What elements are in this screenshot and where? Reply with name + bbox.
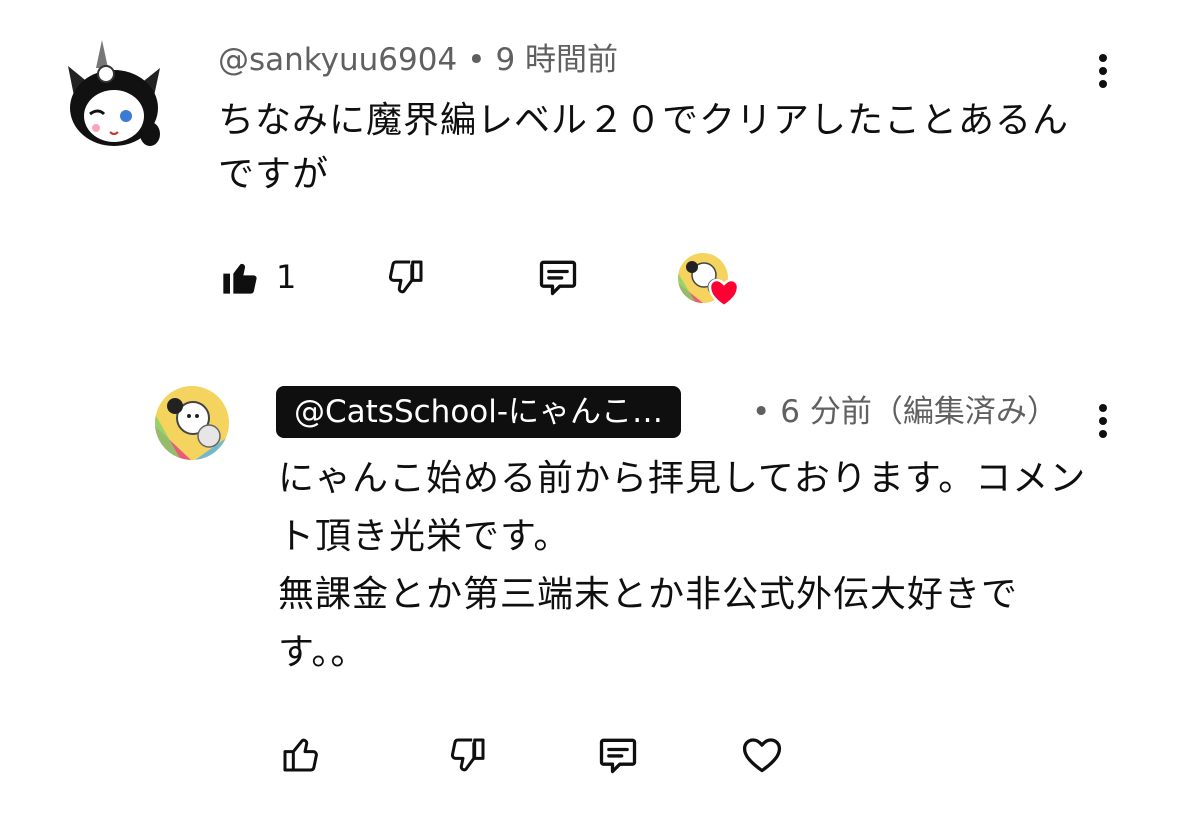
heart-outline-icon[interactable]: [740, 730, 784, 780]
comment-time[interactable]: 9 時間前: [495, 42, 618, 78]
thumb-down-icon[interactable]: [384, 252, 428, 302]
thumb-up-filled-icon[interactable]: [218, 252, 262, 302]
more-vert-icon[interactable]: [1096, 404, 1110, 444]
thumb-up-icon[interactable]: [278, 730, 322, 780]
reply-author-chip[interactable]: @CatsSchool-にゃんこ…: [276, 386, 682, 438]
avatar-sankyuu[interactable]: [60, 38, 168, 150]
avatar-catsschool[interactable]: [155, 386, 229, 460]
reply-text: にゃんこ始める前から拝見しております。コメント頂き光栄です。 無課金とか第三端末…: [278, 450, 1098, 682]
comment-header: @sankyuu6904 • 9 時間前: [218, 40, 618, 80]
reply-icon[interactable]: [536, 252, 580, 302]
reply-header: • 6 分前（編集済み）: [752, 388, 1058, 436]
reply-icon[interactable]: [596, 730, 640, 780]
separator-dot: •: [467, 42, 486, 78]
comment-author[interactable]: @sankyuu6904: [218, 42, 457, 78]
thumb-down-icon[interactable]: [446, 730, 490, 780]
comment-text: ちなみに魔界編レベル２０でクリアしたことあるんですが: [218, 100, 1070, 195]
reply-line: 無課金とか第三端末とか非公式外伝大好きです。。: [278, 574, 1019, 673]
reply-line: にゃんこ始める前から拝見しております。コメント頂き光栄です。: [278, 458, 1087, 557]
like-count: 1: [276, 258, 297, 296]
separator-dot: •: [752, 394, 771, 430]
reply-time[interactable]: 6 分前（編集済み）: [780, 394, 1058, 430]
more-vert-icon[interactable]: [1096, 54, 1110, 94]
creator-heart-icon: [708, 278, 740, 308]
